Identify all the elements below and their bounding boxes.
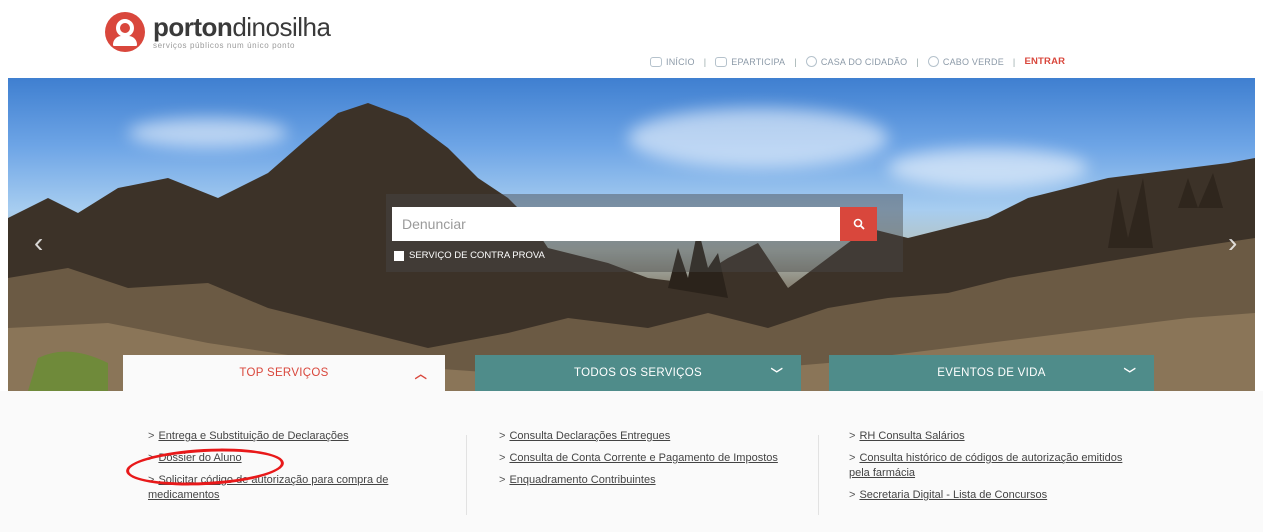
login-link[interactable]: ENTRAR [1024, 56, 1065, 67]
column-divider [466, 435, 467, 515]
services-column-2: > Consulta Declarações Entregues > Consult… [499, 429, 789, 495]
nav-inicio-label: INÍCIO [666, 56, 695, 67]
logo-person-icon [105, 12, 145, 52]
site-header: portondinosilha serviços públicos num ún… [0, 0, 1263, 78]
nav-separator: | [1012, 56, 1016, 67]
list-item: > Entrega e Substituição de Declarações [148, 430, 349, 442]
chevron-down-icon: ﹀ [770, 367, 783, 381]
nav-cabo-verde-label: CABO VERDE [942, 56, 1004, 67]
nav-eparticipa-label: EPARTICIPA [731, 56, 786, 67]
list-item: > Consulta Declarações Entregues [499, 430, 671, 442]
list-item: > Consulta histórico de códigos de autori… [849, 452, 1123, 479]
logo-tagline: serviços públicos num único ponto [153, 41, 296, 50]
tab-todos-os-servicos[interactable]: TODOS OS SERVIÇOS ﹀ [475, 355, 801, 391]
service-link[interactable]: Enquadramento Contribuintes [509, 474, 655, 486]
slider-next-arrow[interactable]: › [1228, 228, 1246, 258]
nav-casa-label: CASA DO CIDADÃO [820, 56, 908, 67]
nav-eparticipa[interactable]: EPARTICIPA [715, 56, 786, 67]
home-icon [650, 56, 662, 67]
contra-prova-label: SERVIÇO DE CONTRA PROVA [409, 250, 545, 261]
service-link[interactable]: RH Consulta Salários [859, 430, 964, 442]
top-navigation: INÍCIO | EPARTICIPA | CASA DO CIDADÃO | … [650, 56, 1065, 67]
tab-top-servicos-label: TOP SERVIÇOS [239, 367, 329, 379]
nav-inicio[interactable]: INÍCIO [650, 56, 695, 67]
list-item: > RH Consulta Salários [849, 430, 965, 442]
site-logo[interactable]: portondinosilha serviços públicos num ún… [105, 12, 331, 52]
nav-separator: | [916, 56, 919, 67]
service-tabs: TOP SERVIÇOS ︿ TODOS OS SERVIÇOS ﹀ EVENT… [0, 355, 1263, 391]
flag-emblem-icon [927, 56, 939, 67]
hero-banner: ‹ › SERVIÇO DE CONTRA PROVA [8, 78, 1255, 391]
service-link[interactable]: Secretaria Digital - Lista de Concursos [859, 489, 1047, 501]
tab-eventos-label: EVENTOS DE VIDA [937, 367, 1046, 379]
search-panel: SERVIÇO DE CONTRA PROVA [386, 194, 903, 272]
nav-casa-do-cidadao[interactable]: CASA DO CIDADÃO [805, 56, 908, 67]
service-link[interactable]: Entrega e Substituição de Declarações [158, 430, 348, 442]
search-icon [853, 218, 865, 230]
services-column-3: > RH Consulta Salários > Consulta históric… [849, 429, 1139, 510]
list-item: > Consulta de Conta Corrente e Pagamento … [499, 452, 778, 464]
tab-top-servicos[interactable]: TOP SERVIÇOS ︿ [123, 355, 445, 391]
logo-title: portondinosilha [153, 12, 331, 42]
chevron-down-icon: ﹀ [1123, 367, 1136, 381]
contra-prova-option[interactable]: SERVIÇO DE CONTRA PROVA [394, 250, 545, 261]
column-divider [818, 435, 819, 515]
chevron-up-icon: ︿ [414, 367, 427, 381]
search-button[interactable] [840, 207, 877, 241]
tab-eventos-de-vida[interactable]: EVENTOS DE VIDA ﹀ [829, 355, 1154, 391]
service-link[interactable]: Consulta histórico de códigos de autoriz… [849, 452, 1122, 479]
list-item: > Secretaria Digital - Lista de Concursos [849, 489, 1048, 501]
contra-prova-checkbox[interactable] [394, 250, 404, 261]
service-link[interactable]: Consulta Declarações Entregues [509, 430, 670, 442]
nav-separator: | [703, 56, 707, 67]
service-link[interactable]: Consulta de Conta Corrente e Pagamento d… [509, 452, 777, 464]
tab-todos-label: TODOS OS SERVIÇOS [573, 367, 702, 379]
list-item: > Enquadramento Contribuintes [499, 474, 656, 486]
citizen-house-icon [805, 56, 817, 67]
slider-prev-arrow[interactable]: ‹ [34, 228, 52, 258]
nav-cabo-verde[interactable]: CABO VERDE [927, 56, 1004, 67]
nav-separator: | [794, 56, 797, 67]
chat-bubble-icon [715, 56, 728, 67]
search-input[interactable] [392, 207, 843, 241]
